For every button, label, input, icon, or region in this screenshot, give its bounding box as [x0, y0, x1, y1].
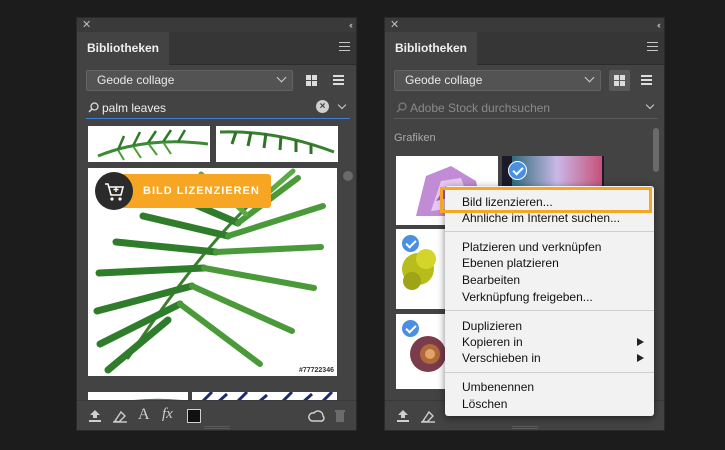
menu-item-move-to[interactable]: Verschieben in: [462, 350, 644, 366]
panel-menu-icon[interactable]: [339, 42, 350, 51]
menu-item-duplicate[interactable]: Duplizieren: [462, 318, 644, 334]
menu-item-delete[interactable]: Löschen: [462, 396, 644, 412]
chevron-down-icon: [276, 72, 287, 83]
tab-libraries[interactable]: Bibliotheken: [385, 32, 478, 65]
menu-separator: [445, 231, 654, 232]
search-input[interactable]: [102, 99, 302, 117]
section-heading-graphics: Grafiken: [394, 132, 436, 144]
synced-check-icon: [508, 161, 527, 180]
collapse-panel-icon[interactable]: ‹‹: [349, 18, 353, 32]
library-select[interactable]: Geode collage: [86, 70, 293, 91]
stock-thumbnail[interactable]: [88, 126, 210, 162]
search-options-chevron-icon[interactable]: [337, 100, 347, 110]
grid-icon: [306, 75, 317, 86]
list-view-button[interactable]: [636, 70, 657, 91]
creative-cloud-icon[interactable]: [307, 409, 325, 423]
scrollbar[interactable]: [653, 128, 659, 172]
stock-results: #77722346 BILD LIZENZIEREN: [77, 126, 356, 400]
search-options-chevron-icon[interactable]: [645, 100, 655, 110]
add-color-icon[interactable]: [420, 409, 436, 423]
search-icon: [88, 102, 99, 113]
menu-separator: [445, 310, 654, 311]
library-select[interactable]: Geode collage: [394, 70, 601, 91]
synced-check-icon: [401, 319, 420, 338]
stock-thumbnail[interactable]: [192, 392, 337, 400]
stock-thumbnail[interactable]: [88, 392, 188, 400]
search-icon: [396, 102, 407, 113]
add-layer-style-icon[interactable]: fx: [162, 406, 173, 423]
library-select-value: Geode collage: [97, 73, 175, 87]
submenu-arrow-icon: [637, 354, 644, 362]
graphic-thumbnail[interactable]: [396, 314, 446, 389]
close-panel-icon[interactable]: ✕: [390, 18, 399, 32]
stock-thumbnail[interactable]: [216, 126, 338, 162]
grid-view-button[interactable]: [301, 70, 322, 91]
list-icon: [333, 75, 344, 86]
menu-item-place-linked[interactable]: Platzieren und verknüpfen: [462, 239, 644, 255]
collapse-panel-icon[interactable]: ‹‹: [657, 18, 661, 32]
resize-grip[interactable]: [203, 426, 230, 429]
trash-icon[interactable]: [334, 409, 346, 423]
scroll-indicator[interactable]: [343, 171, 353, 181]
panel-top-strip: ✕ ‹‹: [77, 18, 356, 32]
menu-item-move-to-label: Verschieben in: [462, 351, 541, 365]
add-character-style-icon[interactable]: A: [138, 406, 150, 424]
menu-item-rename[interactable]: Umbenennen: [462, 379, 644, 395]
library-select-value: Geode collage: [405, 73, 483, 87]
palm-leaf-image: [216, 126, 338, 162]
clear-search-icon[interactable]: ×: [316, 100, 329, 113]
libraries-panel-left: ✕ ‹‹ Bibliotheken Geode collage ×: [76, 17, 357, 431]
submenu-arrow-icon: [637, 338, 644, 346]
chevron-down-icon: [584, 72, 595, 83]
search-bar: ×: [86, 97, 350, 119]
resize-grip[interactable]: [511, 426, 538, 429]
foreground-color-icon[interactable]: [187, 409, 201, 423]
close-panel-icon[interactable]: ✕: [82, 18, 91, 32]
panel-tab-bar: Bibliotheken: [77, 32, 356, 65]
panel-tab-bar: Bibliotheken: [385, 32, 664, 65]
license-image-label: BILD LIZENZIEREN: [143, 185, 260, 197]
add-color-icon[interactable]: [112, 409, 128, 423]
stock-id-label: #77722346: [298, 367, 334, 374]
search-input[interactable]: [410, 99, 610, 117]
license-image-button[interactable]: BILD LIZENZIEREN: [95, 172, 271, 210]
cart-icon: [95, 172, 133, 210]
panel-menu-icon[interactable]: [647, 42, 658, 51]
menu-item-edit[interactable]: Bearbeiten: [462, 272, 644, 288]
synced-check-icon: [401, 234, 420, 253]
grid-view-button[interactable]: [609, 70, 630, 91]
upload-icon[interactable]: [396, 409, 410, 423]
list-icon: [641, 75, 652, 86]
menu-item-copy-to[interactable]: Kopieren in: [462, 334, 644, 350]
panel-top-strip: ✕ ‹‹: [385, 18, 664, 32]
menu-item-copy-to-label: Kopieren in: [462, 335, 523, 349]
search-bar: [394, 97, 658, 119]
menu-separator: [445, 372, 654, 373]
list-view-button[interactable]: [328, 70, 349, 91]
palm-leaf-pattern-image: [192, 392, 337, 400]
palm-leaf-image: [88, 392, 188, 400]
tab-libraries[interactable]: Bibliotheken: [77, 32, 170, 65]
graphic-thumbnail[interactable]: [396, 229, 446, 309]
highlight-box: [440, 187, 652, 213]
context-menu: Bild lizenzieren... Ähnliche im Internet…: [445, 186, 654, 416]
panel-footer: A fx: [77, 400, 356, 430]
upload-icon[interactable]: [88, 409, 102, 423]
grid-icon: [614, 75, 625, 86]
menu-item-share-link[interactable]: Verknüpfung freigeben...: [462, 289, 644, 305]
palm-leaf-image: [88, 126, 210, 162]
menu-item-place-layers[interactable]: Ebenen platzieren: [462, 255, 644, 271]
